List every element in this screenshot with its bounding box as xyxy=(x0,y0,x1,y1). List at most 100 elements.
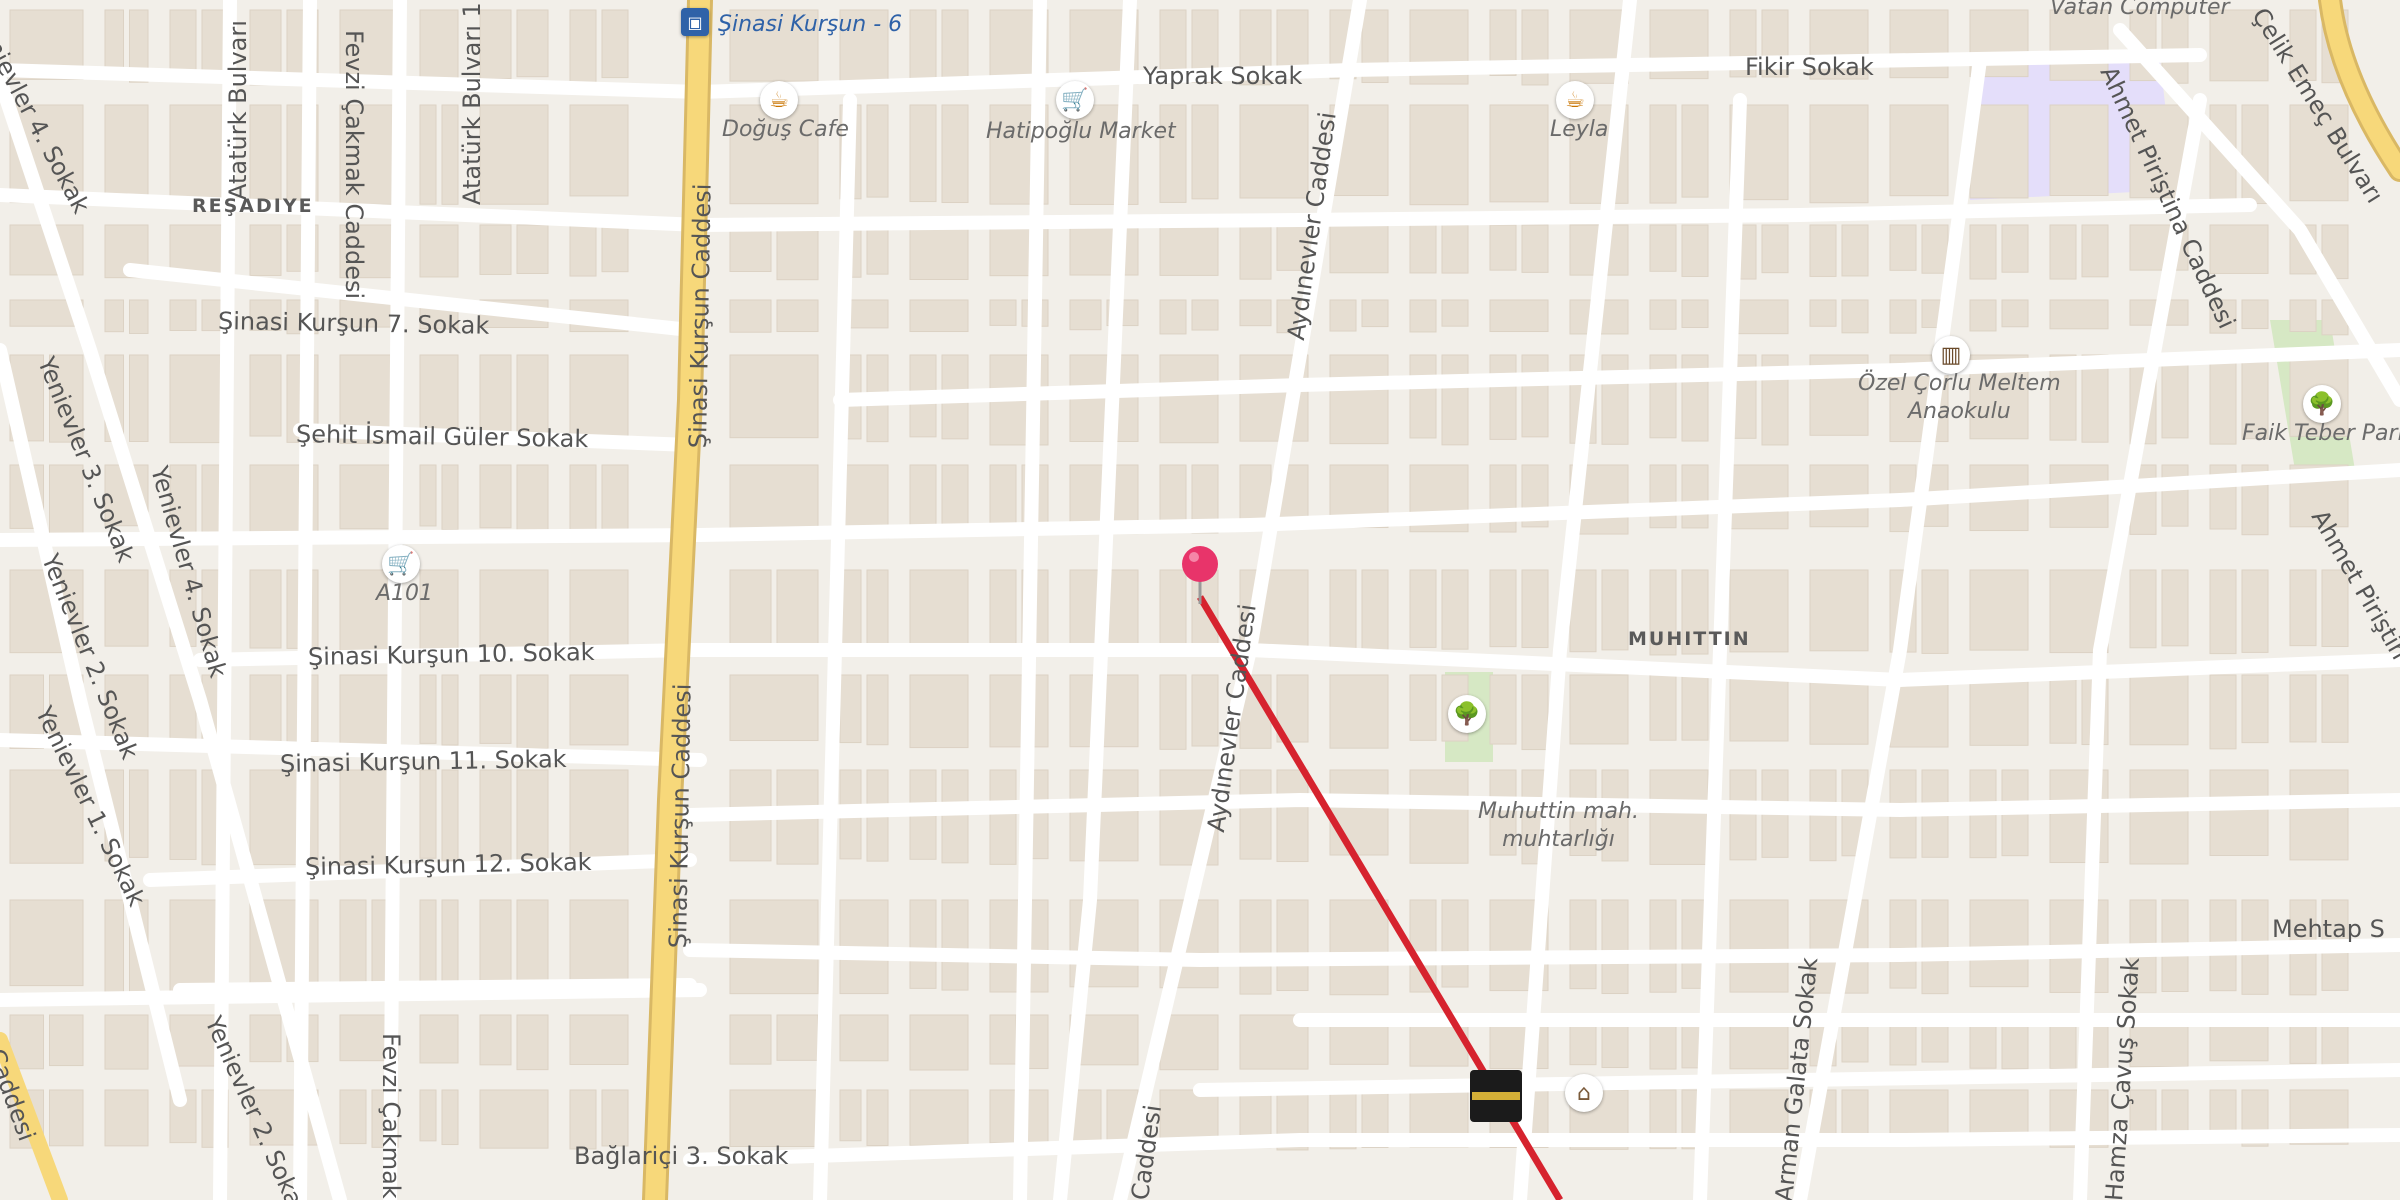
poi-label-cafe[interactable]: Doğuş Cafe xyxy=(722,116,849,144)
shopping-basket-icon[interactable]: 🛒 xyxy=(1056,81,1094,119)
building xyxy=(1489,104,1549,203)
building xyxy=(441,1089,459,1146)
poi-label-leyla[interactable]: Leyla xyxy=(1550,116,1608,144)
building xyxy=(1969,299,1997,332)
building xyxy=(2209,354,2237,445)
building xyxy=(1889,299,1917,334)
location-pin-icon[interactable] xyxy=(1178,542,1222,608)
building xyxy=(569,674,629,746)
poi-label-market[interactable]: Hatipoğlu Market xyxy=(986,118,1176,146)
building xyxy=(249,569,282,649)
building xyxy=(1191,299,1219,331)
building xyxy=(479,899,512,993)
building xyxy=(2241,299,2269,330)
map-canvas[interactable]: Yaprak Sokak Fikir Sokak REŞADIYE Şinasi… xyxy=(0,0,2400,1200)
poi-label-school[interactable]: Özel Çorlu Meltem Anaokulu xyxy=(1858,370,2061,426)
building xyxy=(1601,354,1629,445)
building xyxy=(569,9,597,84)
building xyxy=(249,674,282,749)
building xyxy=(839,1089,862,1142)
kaaba-band xyxy=(1472,1092,1520,1100)
poi-label-muhtarlik[interactable]: Muhuttin mah. muhtarlığı xyxy=(1478,798,1639,854)
building xyxy=(1489,354,1517,440)
building xyxy=(1239,899,1272,995)
building xyxy=(169,769,197,860)
building xyxy=(419,104,437,205)
building xyxy=(1681,299,1709,328)
building xyxy=(989,1014,1017,1065)
bus-stop-icon[interactable]: ▣ xyxy=(681,8,709,36)
building xyxy=(169,299,197,331)
building xyxy=(1649,769,1709,865)
building xyxy=(941,899,969,991)
building xyxy=(569,354,629,437)
building xyxy=(1521,674,1549,751)
street-label-fevzi-cakmak: Fevzi Çakmak Caddesi xyxy=(340,30,368,300)
building xyxy=(1441,299,1469,327)
building xyxy=(1969,899,2029,988)
building xyxy=(516,9,549,78)
park-tree-icon[interactable]: 🌳 xyxy=(1448,695,1486,733)
building xyxy=(866,104,889,198)
street-label-sinasi7: Şinasi Kurşun 7. Sokak xyxy=(217,307,490,340)
building xyxy=(2161,354,2189,439)
building xyxy=(1069,769,1139,862)
building xyxy=(729,569,772,647)
building xyxy=(601,464,629,534)
building xyxy=(129,354,149,442)
building xyxy=(1809,569,1869,652)
building xyxy=(1681,104,1709,198)
mosque-kaaba-icon[interactable] xyxy=(1470,1070,1522,1122)
school-icon[interactable]: ▥ xyxy=(1932,336,1970,374)
building xyxy=(1649,899,1677,993)
building xyxy=(479,104,549,205)
building xyxy=(569,899,629,989)
building xyxy=(1889,224,1917,271)
building xyxy=(479,1014,512,1066)
building xyxy=(104,104,149,196)
poi-label-bus-stop[interactable]: Şinasi Kurşun - 6 xyxy=(718,12,902,37)
poi-label-a101[interactable]: A101 xyxy=(376,580,433,608)
building xyxy=(419,1089,437,1142)
building xyxy=(989,464,1017,526)
building xyxy=(169,354,229,444)
park-tree-icon[interactable]: 🌳 xyxy=(2303,385,2341,423)
building xyxy=(729,1089,819,1147)
building xyxy=(1489,299,1549,333)
community-center-icon[interactable]: ⌂ xyxy=(1565,1074,1603,1112)
poi-label-park[interactable]: Faik Teber Park xyxy=(2242,420,2400,448)
building xyxy=(104,569,149,647)
area-label-muhittin: MUHITTIN xyxy=(1628,628,1751,650)
building xyxy=(1729,769,1757,861)
building xyxy=(419,464,437,527)
street-label-yaprak: Yaprak Sokak xyxy=(1143,62,1303,90)
building xyxy=(839,1014,889,1062)
building xyxy=(729,299,772,333)
building xyxy=(1329,299,1357,332)
building xyxy=(776,224,819,281)
building xyxy=(909,224,969,280)
building xyxy=(479,1089,549,1149)
building xyxy=(601,1089,629,1147)
street-label-ataturk: Atatürk Bulvarı xyxy=(224,20,252,200)
building xyxy=(1921,899,1949,995)
building xyxy=(2289,569,2317,647)
shopping-cart-icon[interactable]: 🛒 xyxy=(382,545,420,583)
poi-label-vatan[interactable]: Vatan Computer xyxy=(2050,0,2230,22)
building xyxy=(1489,224,1517,271)
street-label-sinasi-caddesi-2: Şinasi Kurşun Caddesi xyxy=(664,683,697,949)
building xyxy=(516,674,549,749)
building xyxy=(909,299,969,333)
building xyxy=(1761,224,1789,274)
building xyxy=(2289,299,2317,333)
building xyxy=(104,1014,149,1070)
building xyxy=(866,224,889,275)
building xyxy=(441,674,459,746)
building xyxy=(569,104,629,197)
cafe-icon[interactable]: ☕ xyxy=(1556,81,1594,119)
cafe-icon[interactable]: ☕ xyxy=(760,81,798,119)
building xyxy=(601,224,629,273)
building xyxy=(2241,674,2269,744)
building xyxy=(909,1014,969,1071)
building xyxy=(866,1089,889,1147)
